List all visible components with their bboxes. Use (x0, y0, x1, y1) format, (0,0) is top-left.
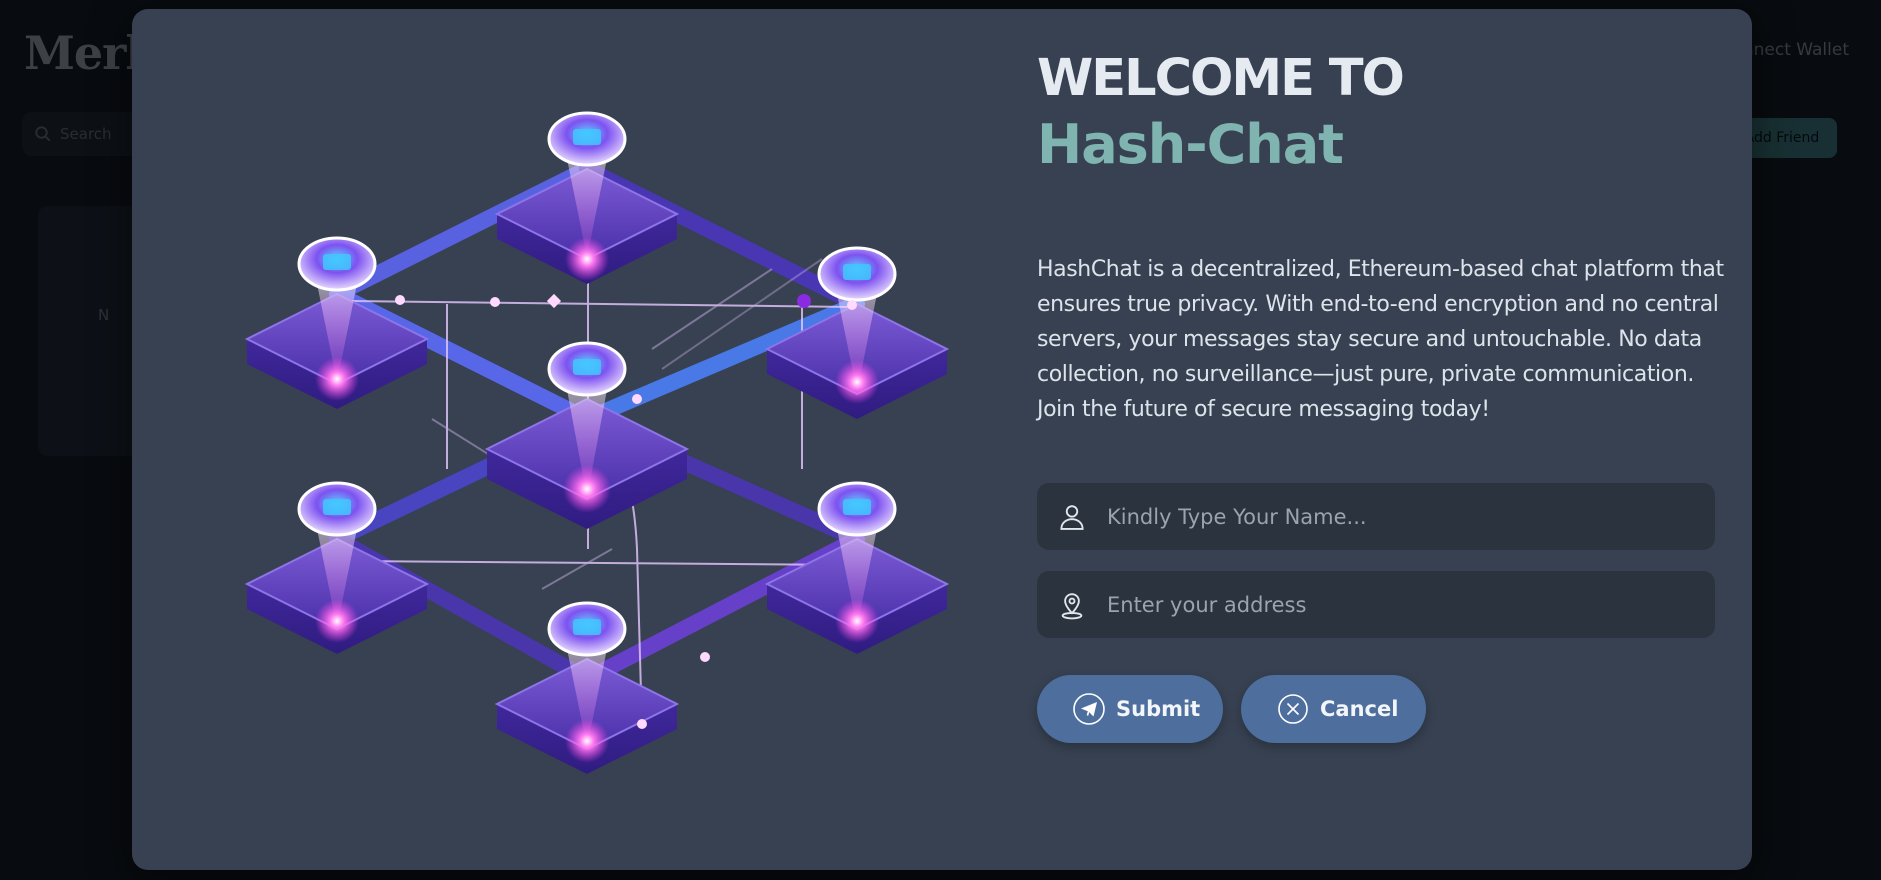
paper-plane-icon (1072, 692, 1106, 726)
cancel-button[interactable]: Cancel (1241, 675, 1426, 743)
name-field[interactable] (1037, 483, 1715, 550)
name-input[interactable] (1105, 503, 1715, 530)
address-input[interactable] (1105, 591, 1715, 618)
welcome-modal: WELCOME TO Hash-Chat HashChat is a decen… (132, 9, 1752, 870)
submit-label: Submit (1116, 697, 1201, 721)
welcome-title: WELCOME TO (1037, 49, 1405, 108)
map-pin-icon (1057, 590, 1087, 620)
cancel-label: Cancel (1320, 697, 1399, 721)
description-text: HashChat is a decentralized, Ethereum-ba… (1037, 257, 1724, 422)
submit-button[interactable]: Submit (1037, 675, 1223, 743)
brand-title: Hash-Chat (1037, 113, 1344, 176)
user-icon (1057, 502, 1087, 532)
close-circle-icon (1276, 692, 1310, 726)
network-nodes-illustration (244, 111, 950, 774)
address-field[interactable] (1037, 571, 1715, 638)
